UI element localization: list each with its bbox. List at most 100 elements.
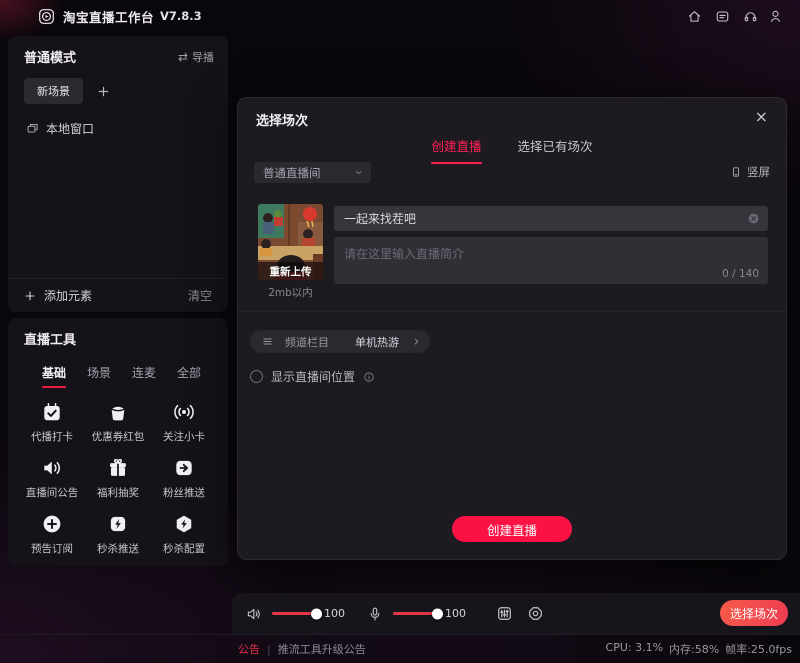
- plus-icon: [24, 290, 36, 302]
- cover-upload[interactable]: 重新上传: [258, 204, 323, 280]
- user-icon[interactable]: [771, 9, 786, 24]
- flash-hex-icon: [173, 513, 195, 535]
- tool-item[interactable]: 关注小卡: [151, 401, 217, 444]
- tool-item[interactable]: 优惠券红包: [85, 401, 151, 444]
- select-session-modal: 选择场次 × 创建直播 选择已有场次 普通直播间 竖屏: [237, 97, 787, 560]
- tools-tabs: 基础 场景 连麦 全部: [8, 348, 228, 388]
- speaker-fill-icon: [41, 457, 63, 479]
- add-element-label: 添加元素: [44, 287, 92, 304]
- modal-title: 选择场次: [256, 110, 308, 129]
- tool-item[interactable]: 福利抽奖: [85, 457, 151, 500]
- tool-item[interactable]: 粉丝推送: [151, 457, 217, 500]
- tools-tab[interactable]: 全部: [177, 364, 201, 388]
- notice-text[interactable]: 推流工具升级公告: [278, 641, 366, 657]
- location-label: 显示直播间位置: [271, 368, 355, 385]
- tools-tab[interactable]: 场景: [87, 364, 111, 388]
- slider-thumb[interactable]: [432, 608, 443, 619]
- create-live-button[interactable]: 创建直播: [452, 516, 572, 542]
- audio-tools: [496, 605, 544, 622]
- select-session-button[interactable]: 选择场次: [720, 600, 788, 626]
- orientation-toggle[interactable]: 竖屏: [730, 164, 770, 180]
- slider-thumb[interactable]: [311, 608, 322, 619]
- category-channel-label: 频道栏目: [285, 334, 329, 350]
- live-title-input[interactable]: 一起来找茬吧: [334, 206, 768, 231]
- list-icon: [262, 336, 273, 347]
- tool-label: 秒杀推送: [97, 541, 139, 556]
- mic-volume-slider[interactable]: [393, 612, 441, 615]
- plus-circle-icon: [41, 513, 63, 535]
- add-scene-icon[interactable]: [97, 85, 110, 98]
- clear-button[interactable]: 清空: [188, 287, 212, 304]
- window-icon: [26, 122, 39, 135]
- microphone-icon[interactable]: [367, 606, 383, 622]
- memory-stat: 内存:58%: [669, 641, 719, 657]
- chevron-right-icon: [411, 336, 422, 347]
- tools-panel-header: 直播工具: [8, 318, 228, 348]
- tools-tab[interactable]: 基础: [42, 364, 66, 388]
- source-item-local-window[interactable]: 本地窗口: [26, 120, 228, 137]
- performance-stats: CPU: 3.1% 内存:58% 帧率:25.0fps: [606, 641, 792, 657]
- tool-item[interactable]: 秒杀配置: [151, 513, 217, 556]
- mixer-icon[interactable]: [496, 605, 513, 622]
- clear-input-icon[interactable]: [747, 212, 760, 225]
- char-counter: 0 / 140: [722, 268, 759, 280]
- reupload-label[interactable]: 重新上传: [258, 262, 323, 280]
- tools-title: 直播工具: [24, 329, 76, 348]
- speaker-icon[interactable]: [246, 606, 262, 622]
- coupon-icon: [107, 401, 129, 423]
- gift-icon: [107, 457, 129, 479]
- orientation-label: 竖屏: [747, 164, 770, 180]
- speaker-volume-slider[interactable]: [272, 612, 320, 615]
- tools-grid: 代播打卡 优惠券红包 关注小卡 直播间公告: [8, 401, 228, 556]
- titlebar-actions: [687, 9, 786, 24]
- arrow-send-icon: [173, 457, 195, 479]
- scene-tab-new[interactable]: 新场景: [24, 78, 83, 104]
- director-mode-toggle[interactable]: ⇄ 导播: [178, 49, 214, 65]
- scene-panel-footer: 添加元素 清空: [8, 278, 228, 312]
- tool-label: 代播打卡: [31, 429, 73, 444]
- app-window: 淘宝直播工作台 V7.8.3 普通模式 ⇄ 导播 新场景 本地窗口: [0, 0, 800, 663]
- info-icon[interactable]: [363, 371, 375, 383]
- swap-icon: ⇄: [178, 50, 188, 64]
- room-type-select[interactable]: 普通直播间: [254, 162, 371, 183]
- live-desc-textarea[interactable]: 请在这里输入直播简介 0 / 140: [334, 237, 768, 284]
- tab-existing-session[interactable]: 选择已有场次: [518, 136, 593, 164]
- tool-label: 福利抽奖: [97, 485, 139, 500]
- modal-divider: [238, 311, 786, 312]
- room-type-value: 普通直播间: [263, 165, 321, 181]
- gear-icon[interactable]: [527, 605, 544, 622]
- source-label: 本地窗口: [46, 120, 94, 137]
- status-bar: 公告 | 推流工具升级公告 CPU: 3.1% 内存:58% 帧率:25.0fp…: [0, 634, 800, 663]
- tool-item[interactable]: 预告订阅: [19, 513, 85, 556]
- broadcast-icon: [173, 401, 195, 423]
- headset-icon[interactable]: [743, 9, 758, 24]
- mic-volume-value: 100: [445, 607, 466, 620]
- tools-panel: 直播工具 基础 场景 连麦 全部 代播打卡 优惠券: [8, 318, 228, 566]
- notice-badge[interactable]: 公告: [238, 641, 260, 657]
- cover-size-hint: 2mb以内: [258, 285, 323, 300]
- add-element-button[interactable]: 添加元素: [24, 287, 92, 304]
- app-title: 淘宝直播工作台: [63, 7, 154, 26]
- close-icon[interactable]: ×: [751, 105, 772, 129]
- tools-tab[interactable]: 连麦: [132, 364, 156, 388]
- tool-item[interactable]: 直播间公告: [19, 457, 85, 500]
- location-checkbox[interactable]: [250, 370, 263, 383]
- category-select[interactable]: 频道栏目 单机热游: [250, 330, 430, 353]
- home-icon[interactable]: [687, 9, 702, 24]
- fps-stat: 帧率:25.0fps: [725, 641, 792, 657]
- scene-panel: 普通模式 ⇄ 导播 新场景 本地窗口 添加元素 清空: [8, 36, 228, 312]
- tool-item[interactable]: 代播打卡: [19, 401, 85, 444]
- desc-placeholder: 请在这里输入直播简介: [344, 247, 464, 261]
- tool-label: 直播间公告: [26, 485, 79, 500]
- tool-item[interactable]: 秒杀推送: [85, 513, 151, 556]
- speaker-volume-value: 100: [324, 607, 345, 620]
- calendar-check-icon: [41, 401, 63, 423]
- tab-create-live[interactable]: 创建直播: [431, 136, 481, 164]
- portrait-screen-icon: [730, 166, 742, 178]
- app-version: V7.8.3: [160, 9, 202, 23]
- message-icon[interactable]: [715, 9, 730, 24]
- tool-label: 预告订阅: [31, 541, 73, 556]
- scene-panel-header: 普通模式 ⇄ 导播: [8, 36, 228, 66]
- app-logo-icon: [38, 8, 55, 25]
- category-value: 单机热游: [355, 334, 399, 350]
